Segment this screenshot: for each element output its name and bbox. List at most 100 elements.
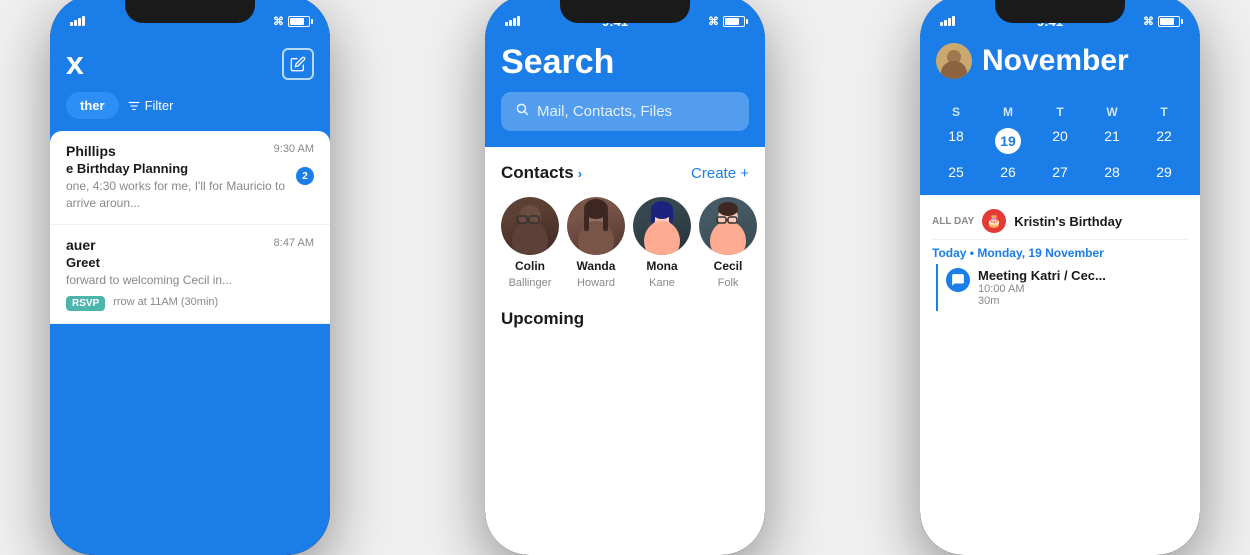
unread-badge-1: 2 [296,167,314,185]
user-avatar [936,43,972,79]
search-placeholder: Mail, Contacts, Files [537,103,672,120]
mail-item-1[interactable]: Phillips 9:30 AM e Birthday Planning one… [50,131,330,225]
mail-time-1: 9:30 AM [274,143,314,155]
right-status-right: ⌘ [1120,15,1180,28]
cal-date-27[interactable]: 27 [1034,161,1086,183]
cal-date-22[interactable]: 22 [1138,125,1190,157]
create-button[interactable]: Create + [691,165,749,182]
rsvp-note: rrow at 11AM (30min) [113,296,218,308]
left-screen: ⌘ x [50,0,330,555]
center-notch [560,0,690,23]
mona-last-name: Kane [649,277,675,289]
calendar-events: ALL DAY 🎂 Kristin's Birthday Today • Mon… [920,195,1200,319]
center-wifi-icon: ⌘ [708,15,719,28]
battery-icon [288,16,310,27]
center-screen: 9:41 ⌘ Search [485,0,765,555]
right-signal [940,16,980,26]
wanda-first-name: Wanda [577,259,616,273]
filter-label: Filter [145,98,174,113]
contacts-row: Colin Ballinger [501,197,749,289]
rsvp-badge[interactable]: RSVP [66,296,105,311]
cal-day-w: W [1086,105,1138,119]
wanda-avatar-img [567,197,625,255]
cecil-last-name: Folk [718,277,739,289]
birthday-event-title: Kristin's Birthday [1014,214,1122,229]
compose-icon[interactable] [282,48,314,80]
inbox-title: x [66,45,84,82]
colin-first-name: Colin [515,259,545,273]
today-label: Today • Monday, 19 November [932,240,1188,264]
mail-item-2[interactable]: auer 8:47 AM Greet forward to welcoming … [50,225,330,325]
right-signal-bars-icon [940,16,980,26]
upcoming-section: Upcoming [501,309,749,329]
meeting-event-duration: 30m [978,295,1188,307]
calendar-grid: S M T W T 18 19 20 21 22 [920,101,1200,195]
cal-day-s1: S [930,105,982,119]
contact-avatar-wanda [567,197,625,255]
meeting-event-time: 10:00 AM [978,283,1188,295]
cal-date-19[interactable]: 19 [982,125,1034,157]
calendar-month-title: November [982,44,1129,78]
contact-avatar-cecil [699,197,757,255]
center-signal [505,16,545,26]
colin-last-name: Ballinger [509,277,552,289]
search-icon [515,102,529,121]
contact-mona[interactable]: Mona Kane [633,197,691,289]
left-signal [70,16,110,26]
wanda-last-name: Howard [577,277,615,289]
cal-date-20[interactable]: 20 [1034,125,1086,157]
cal-day-t1: T [1034,105,1086,119]
phone-center: 9:41 ⌘ Search [485,0,765,555]
filter-button[interactable]: Filter [127,98,174,113]
contacts-section-header: Contacts › Create + [501,163,749,183]
contact-cecil[interactable]: Cecil Folk [699,197,757,289]
birthday-icon: 🎂 [982,209,1006,233]
calendar-week-header: S M T W T [930,105,1190,119]
all-day-label: ALL DAY [932,216,974,227]
contact-avatar-mona [633,197,691,255]
center-content: Search Mail, Contacts, Files [485,0,765,555]
meeting-icon [946,268,970,292]
cal-date-25[interactable]: 25 [930,161,982,183]
right-content: November S M T W T 18 19 [920,0,1200,555]
all-day-row: ALL DAY 🎂 Kristin's Birthday [932,203,1188,240]
left-status-right: ⌘ [250,15,310,28]
cal-date-21[interactable]: 21 [1086,125,1138,157]
contact-wanda[interactable]: Wanda Howard [567,197,625,289]
contacts-chevron-icon: › [578,166,582,181]
cal-day-m: M [982,105,1034,119]
cal-date-28[interactable]: 28 [1086,161,1138,183]
cal-day-t2: T [1138,105,1190,119]
mail-time-2: 8:47 AM [274,237,314,249]
cal-date-26[interactable]: 26 [982,161,1034,183]
center-status-right: ⌘ [685,15,745,28]
right-battery-icon [1158,16,1180,27]
cal-date-29[interactable]: 29 [1138,161,1190,183]
contacts-section-title: Contacts › [501,163,582,183]
signal-bars-icon [70,16,110,26]
mail-preview-2: forward to welcoming Cecil in... [66,272,314,289]
mail-subject-2: Greet [66,255,314,270]
right-screen: 9:41 ⌘ [920,0,1200,555]
contact-avatar-colin [501,197,559,255]
right-wifi-icon: ⌘ [1143,15,1154,28]
mail-list: Phillips 9:30 AM e Birthday Planning one… [50,131,330,324]
phones-container: ⌘ x [0,0,1250,550]
wifi-icon: ⌘ [273,15,284,28]
cal-date-18[interactable]: 18 [930,125,982,157]
right-notch [995,0,1125,23]
mail-preview-1: one, 4:30 works for me, I'll for Maurici… [66,178,314,212]
filter-tab-active[interactable]: ther [66,92,119,119]
search-bar[interactable]: Mail, Contacts, Files [501,92,749,131]
upcoming-title: Upcoming [501,309,749,329]
mail-subject-1: e Birthday Planning [66,161,314,176]
contact-colin[interactable]: Colin Ballinger [501,197,559,289]
cal-today-circle: 19 [995,128,1021,154]
search-title: Search [501,43,749,82]
meeting-event-title: Meeting Katri / Cec... [978,268,1188,283]
phone-right: 9:41 ⌘ [920,0,1200,555]
meeting-event-row[interactable]: Meeting Katri / Cec... 10:00 AM 30m [936,264,1188,311]
colin-avatar-img [501,197,559,255]
left-content: x ther [50,0,330,555]
cal-week-row-1: 18 19 20 21 22 [930,125,1190,157]
